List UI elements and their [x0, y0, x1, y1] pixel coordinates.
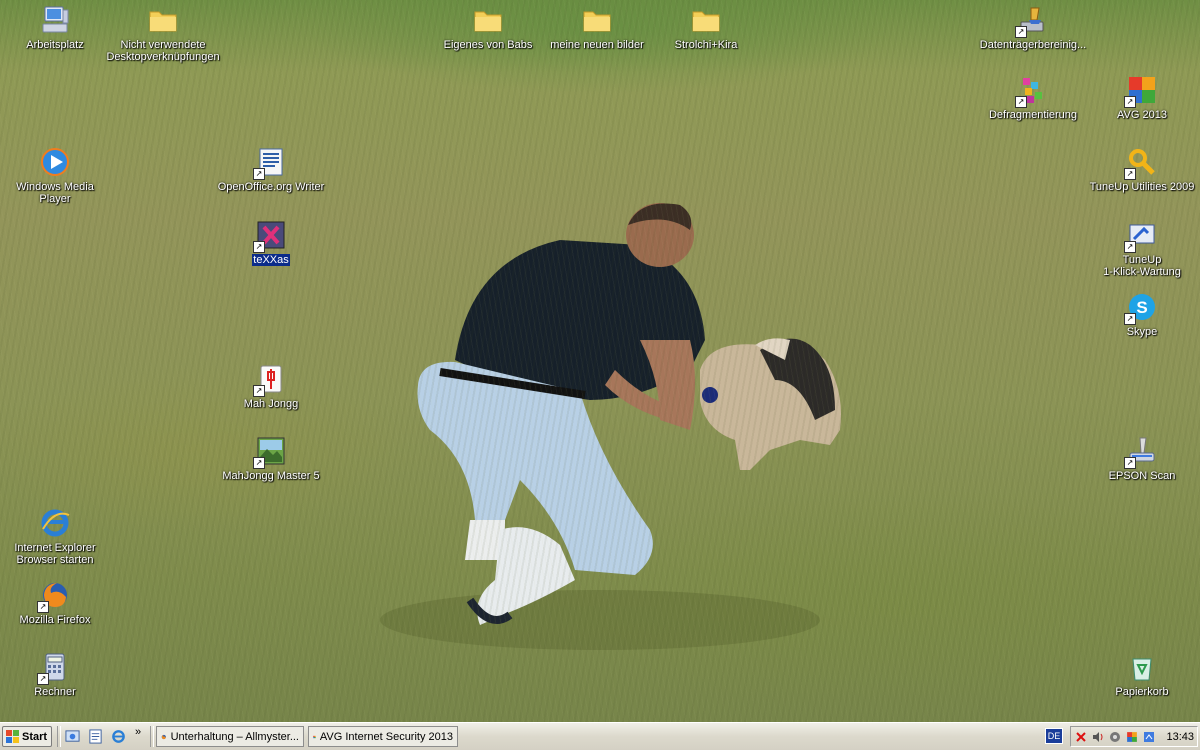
desktop-icon-openoffice-writer[interactable]: ↗ OpenOffice.org Writer [216, 145, 326, 193]
desktop-icon-label: Skype [1126, 326, 1158, 338]
desktop-icon-label: Strolchi+Kira [674, 39, 738, 51]
tuneup-tray-icon[interactable] [1142, 730, 1156, 744]
taskbar-task-firefox[interactable]: Unterhaltung – Allmyster... [156, 726, 304, 747]
computer-icon [38, 3, 72, 37]
language-indicator[interactable]: DE [1045, 728, 1063, 744]
desktop-icon-label: Windows Media Player [16, 181, 94, 205]
desktop-icon-label: TuneUp 1-Klick-Wartung [1103, 254, 1181, 278]
desktop-icon-arbeitsplatz[interactable]: Arbeitsplatz [0, 3, 110, 51]
folder-icon [580, 3, 614, 37]
taskbar-separator [150, 726, 154, 747]
svg-text:S: S [1136, 298, 1147, 317]
scanner-icon: ↗ [1124, 434, 1159, 469]
desktop-icon-defragmentierung[interactable]: ↗ Defragmentierung [978, 73, 1088, 121]
writer-icon: ↗ [253, 145, 288, 180]
desktop-icon-label: Mah Jongg [243, 398, 299, 410]
folder-icon [146, 3, 180, 37]
desktop-icon-tuneup-1klick[interactable]: ↗ TuneUp 1-Klick-Wartung [1087, 218, 1197, 278]
task-label: AVG Internet Security 2013 [319, 730, 453, 743]
media-player-icon [38, 145, 72, 179]
desktop-icon-label: AVG 2013 [1117, 109, 1167, 121]
desktop-icon-label: Datenträgerbereinig... [979, 39, 1087, 51]
desktop-icon-label: Rechner [34, 686, 76, 698]
tuneup-1click-icon: ↗ [1124, 218, 1159, 253]
taskbar: Start » Unterhaltung – Allmyster... AVG … [0, 722, 1200, 750]
desktop-icon-label: Arbeitsplatz [26, 39, 84, 51]
clock[interactable]: 13:43 [1166, 731, 1194, 743]
task-label: Unterhaltung – Allmyster... [170, 730, 299, 743]
disk-cleanup-icon: ↗ [1015, 3, 1050, 38]
desktop-icon-label: OpenOffice.org Writer [217, 181, 325, 193]
start-button[interactable]: Start [2, 726, 52, 747]
avg-icon [313, 735, 316, 738]
folder-icon [471, 3, 505, 37]
network-disconnected-icon[interactable] [1074, 730, 1088, 744]
system-tray: 13:43 [1070, 726, 1198, 747]
desktop-icon-label: Mozilla Firefox [19, 614, 91, 626]
quicklaunch-show-desktop[interactable] [64, 728, 81, 745]
firefox-icon [161, 734, 166, 739]
desktop-icon-label: Defragmentierung [988, 109, 1078, 121]
internet-explorer-icon [112, 730, 125, 743]
mahjong-icon: ↗ [253, 362, 288, 397]
avg-tray-icon[interactable] [1125, 730, 1139, 744]
texxas-icon: ↗ [253, 218, 288, 253]
start-label: Start [22, 730, 48, 743]
folder-icon [689, 3, 723, 37]
desktop-icon-skype[interactable]: S ↗ Skype [1087, 290, 1197, 338]
desktop-icon-eigenes-von-babs[interactable]: Eigenes von Babs [433, 3, 543, 51]
taskbar-separator [57, 726, 61, 747]
desktop-icon-nicht-verwendete[interactable]: Nicht verwendete Desktopverknüpfungen [106, 3, 220, 63]
mahjongg-master-icon: ↗ [253, 434, 288, 469]
avg-icon: ↗ [1124, 73, 1159, 108]
desktop-icon-papierkorb[interactable]: Papierkorb [1087, 650, 1197, 698]
desktop-icon-label: teXXas [252, 254, 290, 266]
desktop-icon-label: Papierkorb [1115, 686, 1169, 698]
desktop-icon-datentraeger[interactable]: ↗ Datenträgerbereinig... [978, 3, 1088, 51]
desktop-icon-label: Internet Explorer Browser starten [14, 542, 96, 566]
volume-icon[interactable] [1091, 730, 1105, 744]
taskbar-task-avg[interactable]: AVG Internet Security 2013 [308, 726, 458, 747]
desktop-icon-mahjongg-master[interactable]: ↗ MahJongg Master 5 [216, 434, 326, 482]
recycle-bin-icon [1125, 650, 1159, 684]
skype-icon: S ↗ [1124, 290, 1159, 325]
defrag-icon: ↗ [1015, 73, 1050, 108]
desktop-icon-firefox[interactable]: ↗ Mozilla Firefox [0, 578, 110, 626]
desktop-icon-avg-2013[interactable]: ↗ AVG 2013 [1087, 73, 1197, 121]
desktop-icon-label: EPSON Scan [1108, 470, 1176, 482]
desktop-icon-label: MahJongg Master 5 [222, 470, 320, 482]
desktop-icon-strolchi-kira[interactable]: Strolchi+Kira [651, 3, 761, 51]
show-desktop-icon [65, 730, 80, 742]
windows-logo-icon [6, 730, 19, 743]
update-icon[interactable] [1108, 730, 1122, 744]
desktop-icon-mah-jongg[interactable]: ↗ Mah Jongg [216, 362, 326, 410]
firefox-icon: ↗ [37, 578, 72, 613]
tuneup-icon: ↗ [1124, 145, 1159, 180]
desktop-icon-tuneup-utilities[interactable]: ↗ TuneUp Utilities 2009 [1087, 145, 1197, 193]
desktop-icon-label: TuneUp Utilities 2009 [1089, 181, 1195, 193]
quicklaunch-notes[interactable] [87, 728, 104, 745]
quicklaunch-more-button[interactable]: » [135, 726, 141, 738]
desktop-icon-rechner[interactable]: ↗ Rechner [0, 650, 110, 698]
desktop-icon-internet-explorer[interactable]: Internet Explorer Browser starten [0, 506, 110, 566]
internet-explorer-icon [38, 506, 72, 540]
quicklaunch-internet-explorer[interactable] [110, 728, 127, 745]
desktop-icon-epson-scan[interactable]: ↗ EPSON Scan [1087, 434, 1197, 482]
desktop-icon-texxas[interactable]: ↗ teXXas [216, 218, 326, 266]
desktop-icon-label: Nicht verwendete Desktopverknüpfungen [106, 39, 220, 63]
desktop-icon-meine-neuen-bilder[interactable]: meine neuen bilder [542, 3, 652, 51]
calculator-icon: ↗ [37, 650, 72, 685]
desktop-icon-windows-media-player[interactable]: Windows Media Player [0, 145, 110, 205]
desktop-icon-label: Eigenes von Babs [443, 39, 533, 51]
desktop-icon-label: meine neuen bilder [550, 39, 644, 51]
notepad-icon [89, 729, 102, 744]
